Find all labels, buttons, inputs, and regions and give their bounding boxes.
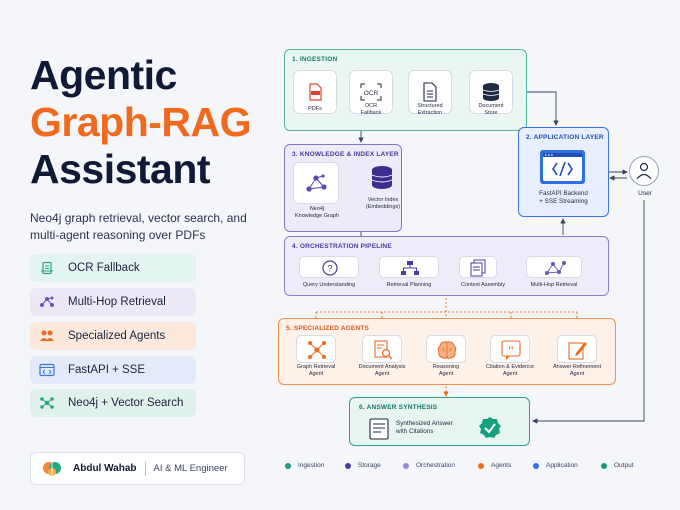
document-store-label: Document Store — [478, 103, 504, 116]
citation-agent: " — [490, 335, 530, 363]
neo4j-label: Neo4j Knowledge Graph — [294, 206, 340, 219]
ingestion-title: 1. INGESTION — [292, 56, 338, 63]
context-assembly-step — [459, 256, 497, 278]
answer-refinement-label: Answer Refinement Agent — [553, 364, 601, 377]
legend-dot — [345, 462, 351, 469]
legend-label: Orchestration — [416, 462, 456, 469]
legend-label: Output — [614, 462, 634, 469]
document-list-icon — [423, 82, 437, 102]
synthesis-label: Synthesized Answer with Citations — [396, 420, 453, 435]
graph-agent-icon — [308, 341, 326, 359]
synthesis-title: 6. ANSWER SYNTHESIS — [359, 404, 438, 411]
hierarchy-icon — [401, 261, 419, 275]
neo4j-node — [293, 162, 339, 204]
user-icon — [629, 156, 659, 186]
application-title: 2. APPLICATION LAYER — [526, 134, 604, 141]
query-understanding-label: Query Understanding — [302, 282, 356, 288]
question-icon: ? — [322, 260, 338, 276]
legend-orchestration: Orchestration — [403, 462, 455, 469]
vector-index-label: Vector Index (Embeddings) — [365, 197, 401, 210]
code-editor-icon — [540, 150, 585, 184]
legend-ingestion: Ingestion — [285, 462, 324, 469]
retrieval-planning-label: Retrieval Planning — [386, 282, 432, 288]
svg-text:OCR: OCR — [364, 90, 379, 97]
document-analysis-label: Document Analysis Agent — [358, 364, 406, 377]
knowledge-title: 3. KNOWLEDGE & INDEX LAYER — [292, 151, 399, 158]
vector-index-node — [366, 162, 398, 194]
legend-dot — [285, 462, 291, 469]
check-badge-icon — [478, 416, 502, 445]
answer-refinement-agent — [557, 335, 597, 363]
user-label: User — [638, 190, 652, 197]
legend-label: Ingestion — [298, 462, 325, 469]
poster-canvas: Agentic Graph-RAG Assistant Neo4j graph … — [0, 0, 680, 510]
ocr-scan-icon: OCR — [360, 83, 382, 101]
agents-title: 5. SPECIALIZED AGENTS — [286, 325, 370, 332]
knowledge-graph-icon — [306, 174, 327, 192]
retrieval-planning-step — [379, 256, 439, 278]
legend-agents: Agents — [478, 462, 511, 469]
citation-label: Citation & Evidence Agent — [486, 364, 534, 377]
multi-hop-step — [526, 256, 582, 278]
ocr-label: OCR Fallback — [360, 103, 382, 116]
structured-label: Structured Extraction — [417, 103, 443, 116]
answer-document-icon — [368, 417, 390, 446]
vector-database-icon — [371, 166, 393, 189]
pdf-file-icon — [309, 83, 322, 101]
graph-retrieval-label: Graph Retrieval Agent — [296, 364, 336, 377]
legend-label: Storage — [358, 462, 381, 469]
legend-dot — [403, 462, 409, 469]
legend-dot — [478, 462, 484, 469]
context-assembly-label: Context Assembly — [460, 282, 506, 288]
legend-output: Output — [601, 462, 634, 469]
orchestration-title: 4. ORCHESTRATION PIPELINE — [292, 243, 392, 250]
fastapi-label: FastAPI Backend + SSE Streaming — [539, 190, 588, 205]
document-analysis-agent — [362, 335, 402, 363]
documents-stack-icon — [470, 259, 486, 277]
reasoning-label: Reasoning Agent — [432, 364, 460, 377]
quote-icon: " — [501, 340, 521, 360]
legend-label: Agents — [491, 462, 512, 469]
legend-application: Application — [533, 462, 578, 469]
query-understanding-step: ? — [299, 256, 359, 278]
legend-dot — [533, 462, 539, 469]
multi-hop-label: Multi-Hop Retrieval — [530, 282, 578, 288]
svg-text:": " — [508, 343, 515, 357]
legend-label: Application — [546, 462, 578, 469]
edit-icon — [568, 342, 587, 360]
database-icon — [482, 83, 500, 101]
brain-icon — [437, 341, 457, 359]
graph-retrieval-agent — [296, 335, 336, 363]
multi-hop-network-icon — [545, 261, 566, 275]
pdfs-label: PDFs — [308, 106, 322, 112]
svg-text:?: ? — [327, 264, 332, 274]
legend-storage: Storage — [345, 462, 381, 469]
legend-dot — [601, 462, 607, 469]
reasoning-agent — [426, 335, 466, 363]
document-search-icon — [374, 340, 393, 360]
